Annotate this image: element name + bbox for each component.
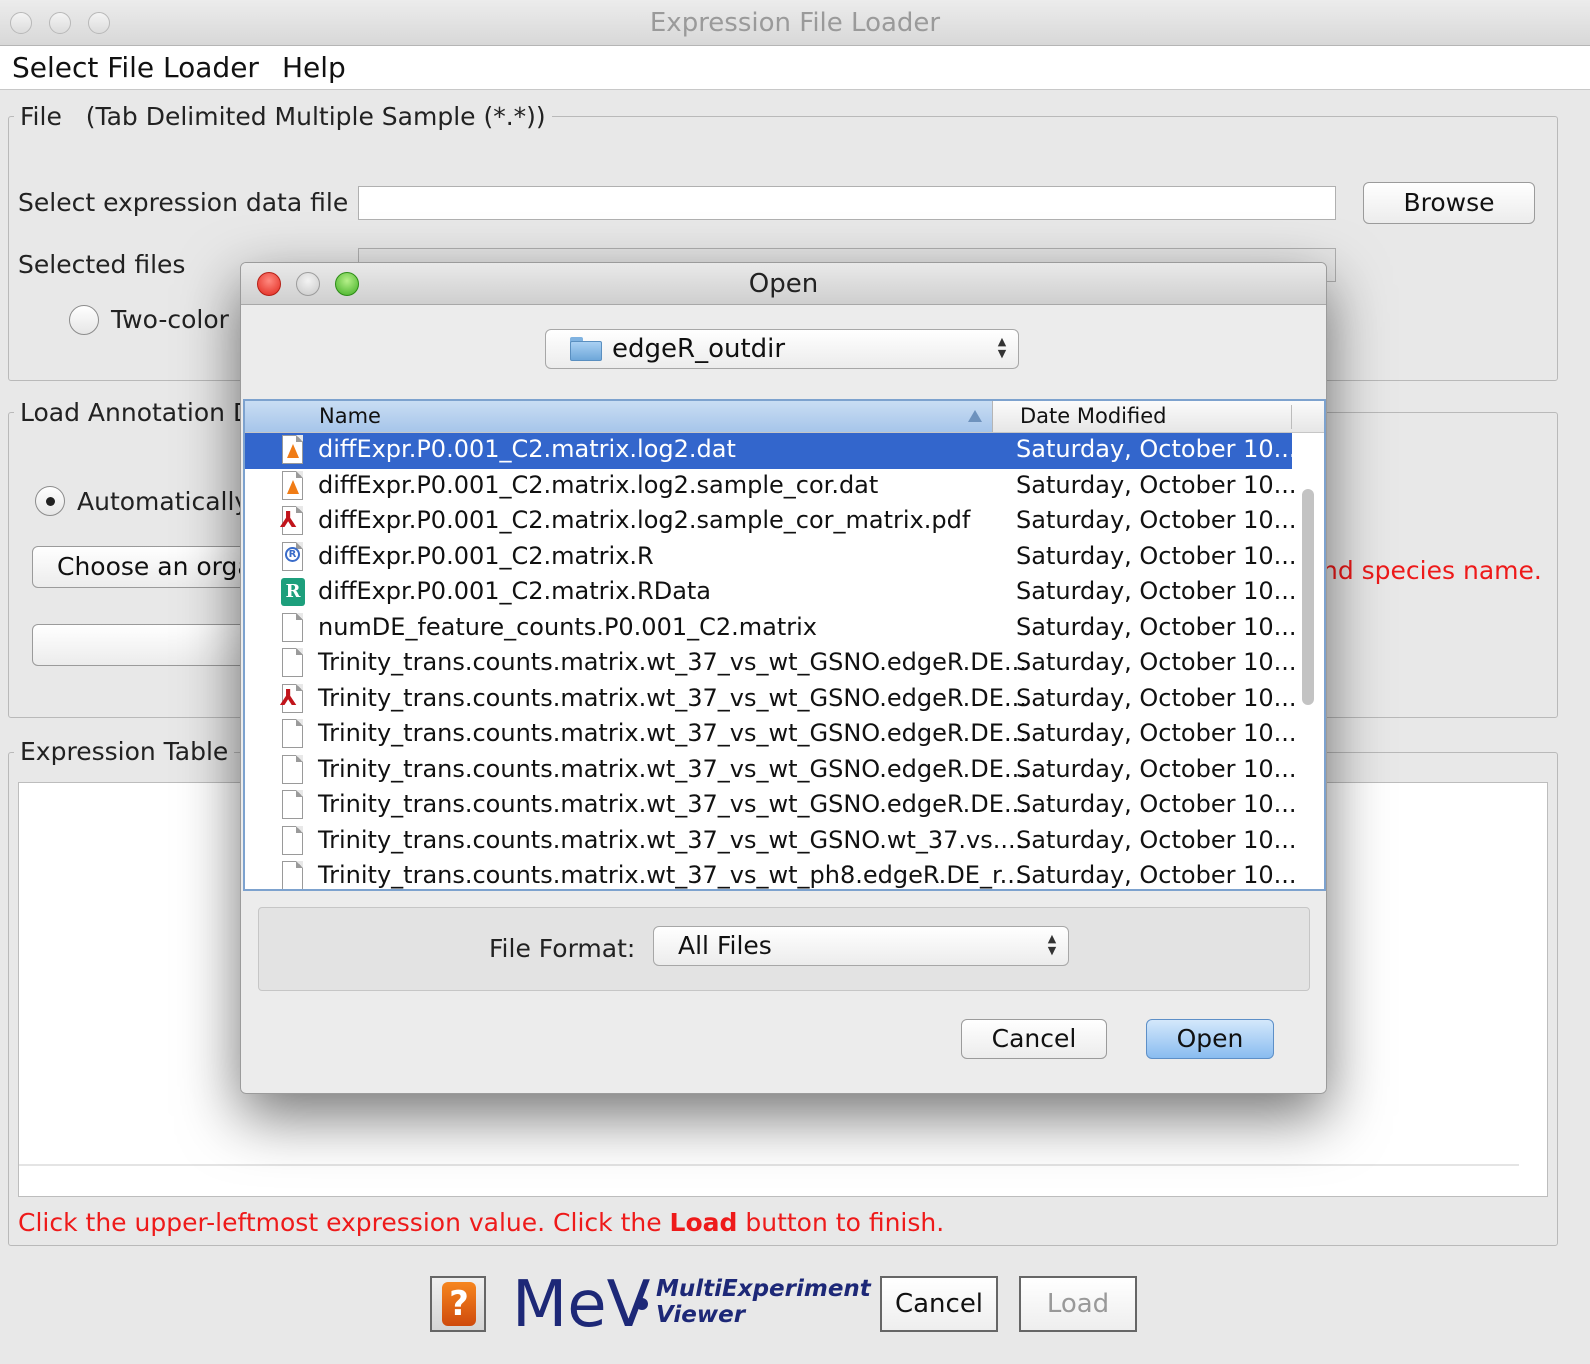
selected-files-label: Selected files (18, 250, 186, 279)
select-file-label: Select expression data file (18, 188, 349, 217)
folder-selector[interactable]: edgeR_outdir ▲ ▼ (545, 329, 1019, 369)
file-date: Saturday, October 10... (1016, 612, 1297, 641)
window-title: Expression File Loader (649, 8, 941, 38)
file-name: Trinity_trans.counts.matrix.wt_37_vs_wt_… (318, 861, 1023, 889)
two-color-label: Two-color (111, 305, 229, 334)
file-name: diffExpr.P0.001_C2.matrix.RData (318, 577, 712, 605)
file-row[interactable]: diffExpr.P0.001_C2.matrix.log2.dat Saturd… (245, 433, 1297, 469)
date-column-header[interactable]: Date Modified (1020, 404, 1166, 428)
vlc-icon (280, 470, 306, 503)
file-list-scrollbar[interactable] (1302, 489, 1314, 705)
file-list[interactable]: Name Date Modified diffExpr.P0.001_C2.ma… (243, 399, 1326, 891)
file-name: diffExpr.P0.001_C2.matrix.R (318, 541, 654, 570)
dialog-open-button[interactable]: Open (1146, 1019, 1274, 1059)
cancel-button[interactable]: Cancel (880, 1276, 998, 1332)
file-name: Trinity_trans.counts.matrix.wt_37_vs_wt_… (318, 825, 1024, 854)
file-date: Saturday, October 10... (1016, 577, 1297, 605)
file-date: Saturday, October 10... (1016, 683, 1297, 712)
file-row[interactable]: RdiffExpr.P0.001_C2.matrix.RData Saturday… (245, 575, 1297, 611)
logo-dot-icon (636, 1298, 648, 1310)
file-date: Saturday, October 10... (1016, 790, 1297, 818)
document-icon (280, 612, 306, 645)
rdata-icon: R (280, 577, 306, 609)
file-date: Saturday, October 10... (1016, 861, 1297, 889)
browse-button[interactable]: Browse (1363, 182, 1535, 224)
file-date: Saturday, October 10... (1016, 825, 1297, 854)
document-icon (280, 825, 306, 858)
table-scrollbar[interactable] (19, 1164, 1519, 1166)
file-row[interactable]: Trinity_trans.counts.matrix.wt_37_vs_wt_… (245, 824, 1297, 860)
menu-select-file-loader[interactable]: Select File Loader (12, 51, 259, 84)
open-dialog: Open edgeR_outdir ▲ ▼ Name Date Modified … (240, 262, 1327, 1094)
dialog-title: Open (748, 269, 819, 299)
expression-instruction: Click the upper-leftmost expression valu… (18, 1208, 945, 1237)
auto-annotation-radio[interactable] (35, 486, 65, 516)
folder-name: edgeR_outdir (612, 334, 786, 364)
file-row[interactable]: Trinity_trans.counts.matrix.wt_37_vs_wt_… (245, 859, 1297, 889)
file-format-panel: File Format: All Files ▲ ▼ (258, 907, 1310, 991)
question-icon: ? (442, 1282, 476, 1326)
file-name: Trinity_trans.counts.matrix.wt_37_vs_wt_… (318, 790, 1027, 818)
menu-help[interactable]: Help (282, 51, 346, 84)
r-script-icon: R (280, 541, 306, 574)
file-row[interactable]: Trinity_trans.counts.matrix.wt_37_vs_wt_… (245, 717, 1297, 753)
mev-logo: MeV (512, 1268, 651, 1342)
vlc-icon (280, 435, 306, 467)
file-date: Saturday, October 10... (1016, 541, 1297, 570)
annotation-panel-legend: Load Annotation D (14, 398, 259, 427)
choose-organism-button[interactable]: Choose an orga (32, 546, 272, 588)
document-icon (280, 719, 306, 751)
document-icon (280, 648, 306, 680)
expression-panel-legend: Expression Table (14, 737, 235, 766)
file-panel-legend: File (Tab Delimited Multiple Sample (*.*… (14, 102, 552, 131)
up-down-arrows-icon: ▲ ▼ (997, 335, 1007, 360)
file-name: diffExpr.P0.001_C2.matrix.log2.sample_co… (318, 470, 879, 499)
file-name: diffExpr.P0.001_C2.matrix.log2.sample_co… (318, 506, 971, 534)
file-row[interactable]: Trinity_trans.counts.matrix.wt_37_vs_wt_… (245, 788, 1297, 824)
file-name: Trinity_trans.counts.matrix.wt_37_vs_wt_… (318, 683, 1027, 712)
file-row[interactable]: ⅄ Trinity_trans.counts.matrix.wt_37_vs_wt… (245, 682, 1297, 718)
name-column-header[interactable]: Name (245, 401, 993, 432)
menu-bar: Select File Loader Help (0, 46, 1590, 90)
file-list-header: Name Date Modified (245, 401, 1324, 433)
file-format-label: File Format: (489, 934, 636, 963)
file-row[interactable]: RdiffExpr.P0.001_C2.matrix.R Saturday, Oc… (245, 540, 1297, 576)
auto-annotation-label: Automatically (77, 487, 250, 516)
annotation-warning: nd species name. (1322, 556, 1542, 585)
file-format-select[interactable]: All Files ▲ ▼ (653, 926, 1069, 966)
pdf-icon: ⅄ (280, 506, 306, 538)
document-icon (280, 790, 306, 822)
file-date: Saturday, October 10... (1016, 754, 1297, 783)
file-row[interactable]: numDE_feature_counts.P0.001_C2.matrix Sat… (245, 611, 1297, 647)
file-row[interactable]: diffExpr.P0.001_C2.matrix.log2.sample_co… (245, 469, 1297, 505)
document-icon (280, 754, 306, 787)
help-button[interactable]: ? (430, 1276, 486, 1332)
window-titlebar: Expression File Loader (0, 0, 1590, 46)
file-row[interactable]: Trinity_trans.counts.matrix.wt_37_vs_wt_… (245, 753, 1297, 789)
document-icon (280, 861, 306, 889)
mev-logo-subtitle: MultiExperiment Viewer (656, 1276, 871, 1328)
file-name: Trinity_trans.counts.matrix.wt_37_vs_wt_… (318, 648, 1027, 676)
file-name: numDE_feature_counts.P0.001_C2.matrix (318, 612, 818, 641)
file-date: Saturday, October 10... (1016, 470, 1297, 499)
file-name: diffExpr.P0.001_C2.matrix.log2.dat (318, 435, 736, 463)
file-row[interactable]: Trinity_trans.counts.matrix.wt_37_vs_wt_… (245, 646, 1297, 682)
file-date: Saturday, October 10... (1016, 506, 1297, 534)
file-row[interactable]: ⅄ diffExpr.P0.001_C2.matrix.log2.sample_c… (245, 504, 1297, 540)
dialog-cancel-button[interactable]: Cancel (961, 1019, 1107, 1059)
file-date: Saturday, October 10... (1016, 719, 1297, 747)
two-color-radio[interactable] (69, 305, 99, 335)
load-button[interactable]: Load (1019, 1276, 1137, 1332)
sort-ascending-icon (968, 410, 982, 422)
file-path-field[interactable] (358, 186, 1336, 220)
file-date: Saturday, October 10... (1016, 435, 1297, 463)
file-name: Trinity_trans.counts.matrix.wt_37_vs_wt_… (318, 719, 1027, 747)
file-date: Saturday, October 10... (1016, 648, 1297, 676)
dialog-titlebar: Open (241, 263, 1326, 305)
up-down-arrows-icon: ▲ ▼ (1047, 932, 1057, 957)
pdf-icon: ⅄ (280, 683, 306, 716)
annotation-selector[interactable] (32, 624, 272, 666)
file-name: Trinity_trans.counts.matrix.wt_37_vs_wt_… (318, 754, 1027, 783)
folder-icon (570, 337, 602, 361)
